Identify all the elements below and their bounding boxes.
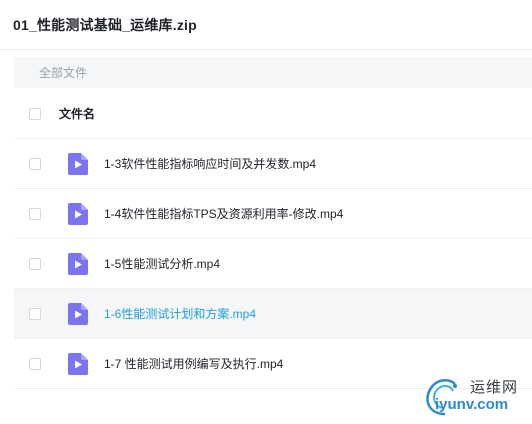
row-checkbox[interactable] — [29, 257, 41, 270]
file-list: 文件名 1-3软件性能指标响应时间及并发数.mp4 1-4软件性能指标TPS及资… — [14, 89, 532, 389]
file-row[interactable]: 1-6性能测试计划和方案.mp4 — [14, 289, 532, 339]
row-checkbox[interactable] — [29, 357, 41, 370]
column-header-name: 文件名 — [59, 107, 96, 121]
archive-title: 01_性能测试基础_运维库.zip — [13, 16, 197, 33]
video-file-icon — [68, 153, 88, 175]
file-name[interactable]: 1-4软件性能指标TPS及资源利用率-修改.mp4 — [104, 205, 343, 222]
row-checkbox[interactable] — [29, 307, 41, 320]
file-row[interactable]: 1-5性能测试分析.mp4 — [14, 239, 532, 289]
breadcrumb: 全部文件 — [14, 57, 532, 88]
file-name[interactable]: 1-6性能测试计划和方案.mp4 — [104, 305, 256, 322]
video-file-icon — [68, 303, 88, 325]
file-row[interactable]: 1-3软件性能指标响应时间及并发数.mp4 — [14, 139, 532, 189]
row-checkbox[interactable] — [29, 207, 41, 220]
table-header: 文件名 — [14, 89, 532, 139]
row-checkbox[interactable] — [29, 157, 41, 170]
video-file-icon — [68, 253, 88, 275]
watermark-en: iyunv.com — [435, 396, 509, 413]
breadcrumb-all-files[interactable]: 全部文件 — [39, 64, 87, 81]
file-name[interactable]: 1-7 性能测试用例编写及执行.mp4 — [104, 355, 283, 372]
video-file-icon — [68, 203, 88, 225]
title-bar: 01_性能测试基础_运维库.zip — [0, 0, 532, 50]
watermark: 运维网 iyunv.com — [421, 372, 531, 420]
file-name[interactable]: 1-5性能测试分析.mp4 — [104, 255, 220, 272]
file-row[interactable]: 1-4软件性能指标TPS及资源利用率-修改.mp4 — [14, 189, 532, 239]
select-all-checkbox[interactable] — [29, 107, 41, 120]
file-name[interactable]: 1-3软件性能指标响应时间及并发数.mp4 — [104, 155, 316, 172]
watermark-cn: 运维网 — [470, 379, 519, 396]
video-file-icon — [68, 353, 88, 375]
